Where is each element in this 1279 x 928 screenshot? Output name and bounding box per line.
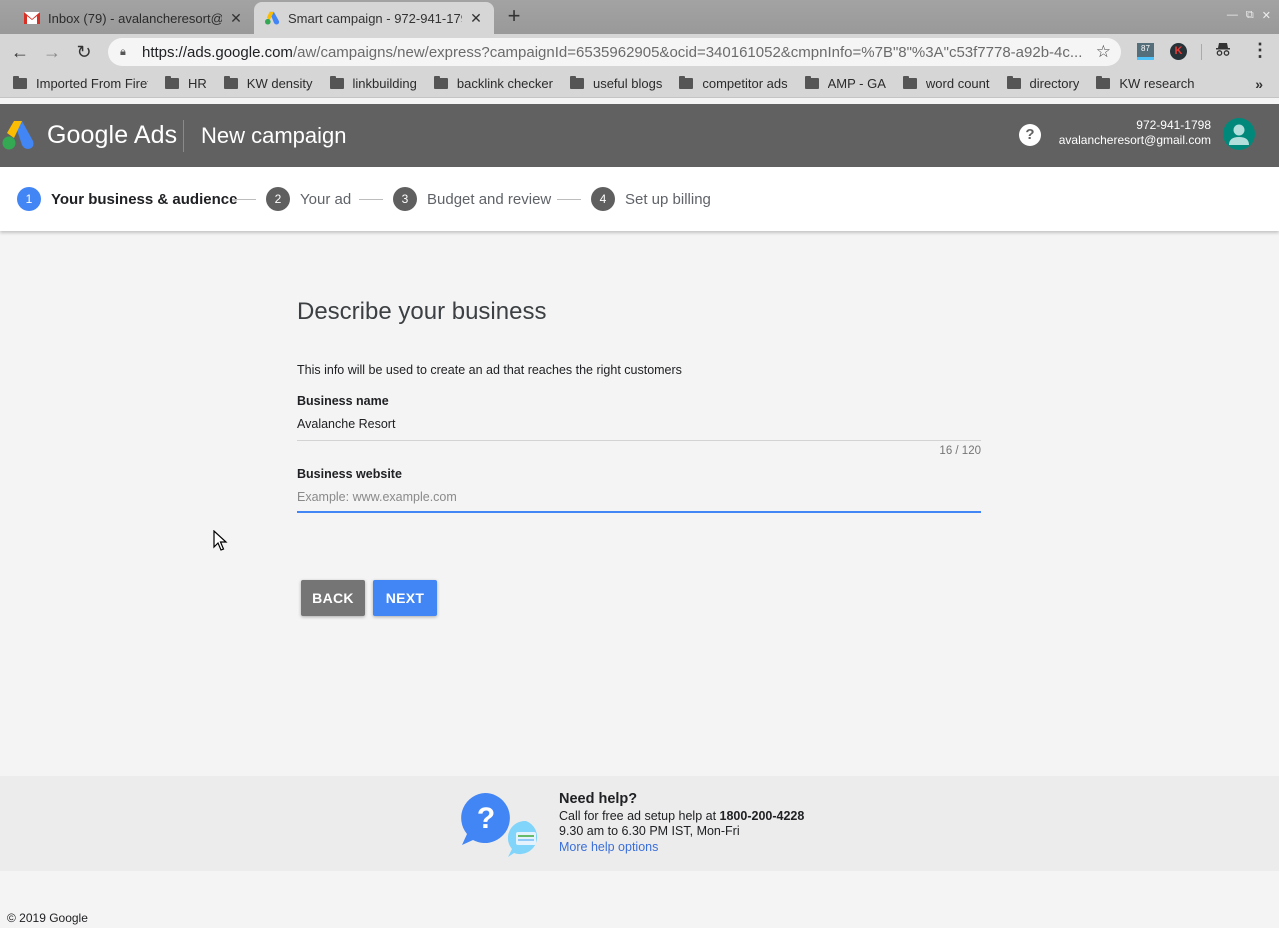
folder-icon [902,76,917,89]
bookmark-folder[interactable]: useful blogs [569,76,662,91]
folder-icon [679,76,694,89]
form-subtitle: This info will be used to create an ad t… [297,363,682,377]
bookmarks-bar: Imported From Firef HR KW density linkbu… [0,70,1279,98]
folder-icon [1006,76,1021,89]
bookmark-star-icon[interactable]: ☆ [1096,42,1111,62]
next-button[interactable]: NEXT [373,580,437,616]
help-phone: 1800-200-4228 [719,808,805,823]
business-website-label: Business website [297,467,402,481]
account-phone: 972-941-1798 [1136,118,1211,132]
folder-icon [13,76,27,89]
google-ads-icon [264,10,280,26]
help-heading: Need help? [559,791,638,807]
tab-title: Inbox (79) - avalancheresort@g [48,10,222,26]
step-connector [232,199,256,200]
folder-icon [1096,76,1111,89]
folder-icon [329,76,344,89]
campaign-stepper: 1 Your business & audience 2 Your ad 3 B… [0,167,1279,231]
close-tab-icon[interactable]: ✕ [228,10,244,27]
tab-smart-campaign[interactable]: Smart campaign - 972-941-179 ✕ [254,2,494,34]
step-budget-review[interactable]: 3 Budget and review [393,187,551,211]
url-host: https://ads.google.com [142,43,293,61]
browser-tabstrip: Inbox (79) - avalancheresort@g ✕ Smart c… [0,0,1279,34]
extension-counter-icon[interactable]: 87 [1137,43,1154,60]
address-bar[interactable]: 🔒︎ https://ads.google.com /aw/campaigns/… [108,38,1121,66]
bookmark-folder[interactable]: AMP - GA [804,76,886,91]
google-ads-logo-icon [2,121,34,150]
window-close-icon[interactable]: ✕ [1262,9,1271,22]
step-number: 1 [17,187,41,211]
copyright: © 2019 Google [7,911,88,925]
step-connector [359,199,383,200]
ads-header: Google Ads New campaign ? 972-941-1798 a… [0,104,1279,167]
step-label: Set up billing [625,190,711,208]
bookmark-folder[interactable]: linkbuilding [329,76,417,91]
reload-icon[interactable]: ↻ [73,41,95,63]
svg-text:?: ? [477,802,495,835]
help-call-line: Call for free ad setup help at 1800-200-… [559,808,805,823]
help-text: Need help? Call for free ad setup help a… [559,791,805,855]
account-info[interactable]: 972-941-1798 avalancheresort@gmail.com [1059,118,1211,148]
mouse-cursor-icon [213,530,228,551]
back-arrow-icon[interactable]: ← [9,41,31,63]
url-path: /aw/campaigns/new/express?campaignId=653… [292,43,1083,61]
form-title: Describe your business [297,298,547,325]
help-icon[interactable]: ? [1019,124,1041,146]
bookmark-folder[interactable]: HR [165,76,207,91]
bookmark-folder[interactable]: competitor ads [679,76,788,91]
gmail-icon [24,10,40,26]
step-label: Your business & audience [51,190,238,208]
step-label: Your ad [300,190,352,208]
folder-icon [223,76,238,89]
business-name-char-counter: 16 / 120 [939,445,981,457]
step-set-up-billing[interactable]: 4 Set up billing [591,187,711,211]
close-tab-icon[interactable]: ✕ [468,10,484,27]
business-name-field[interactable]: Avalanche Resort [297,417,395,431]
toolbar-divider [1201,44,1202,60]
header-divider [183,120,184,152]
account-email: avalancheresort@gmail.com [1058,133,1211,147]
maximize-icon[interactable]: ⧉ [1246,9,1254,22]
help-section: ? Need help? Call for free ad setup help… [0,776,1279,871]
bookmark-folder[interactable]: KW density [223,76,313,91]
page-title: New campaign [201,123,347,148]
business-name-underline [297,440,981,441]
lock-icon: 🔒︎ [120,45,126,58]
window-controls: — ⧉ ✕ [1227,9,1271,22]
step-connector [557,199,581,200]
bookmarks-overflow-button[interactable]: » [1255,76,1263,92]
bookmark-folder[interactable]: Imported From Firef [13,76,148,91]
more-help-options-link[interactable]: More help options [559,840,658,854]
brand-name: Google Ads [47,121,178,149]
step-number: 2 [266,187,290,211]
back-button[interactable]: BACK [301,580,365,616]
step-number: 4 [591,187,615,211]
avatar[interactable] [1223,118,1255,150]
tab-inbox[interactable]: Inbox (79) - avalancheresort@g ✕ [14,2,254,34]
help-chat-bubbles-icon: ? [461,793,538,857]
folder-icon [569,76,584,89]
folder-icon [804,76,819,89]
step-number: 3 [393,187,417,211]
forward-arrow-icon[interactable]: → [41,41,63,63]
bookmark-folder[interactable]: word count [902,76,990,91]
extension-k-icon[interactable]: K [1170,43,1187,60]
folder-icon [433,76,448,89]
step-label: Budget and review [427,190,552,208]
folder-icon [165,76,179,89]
tab-title: Smart campaign - 972-941-179 [288,10,462,26]
incognito-icon[interactable] [1215,41,1231,60]
help-hours: 9.30 am to 6.30 PM IST, Mon-Fri [559,824,740,838]
new-tab-button[interactable]: + [503,5,525,27]
step-business-audience[interactable]: 1 Your business & audience [17,187,237,211]
bookmark-folder[interactable]: KW research [1096,76,1195,91]
minimize-icon[interactable]: — [1227,9,1238,22]
bookmark-folder[interactable]: backlink checker [433,76,553,91]
business-name-label: Business name [297,394,389,408]
bookmark-folder[interactable]: directory [1006,76,1079,91]
step-your-ad[interactable]: 2 Your ad [266,187,351,211]
browser-menu-icon[interactable]: ⋮ [1251,40,1269,61]
business-website-input[interactable] [297,487,981,513]
browser-toolbar: ← → ↻ 🔒︎ https://ads.google.com /aw/camp… [0,34,1279,70]
